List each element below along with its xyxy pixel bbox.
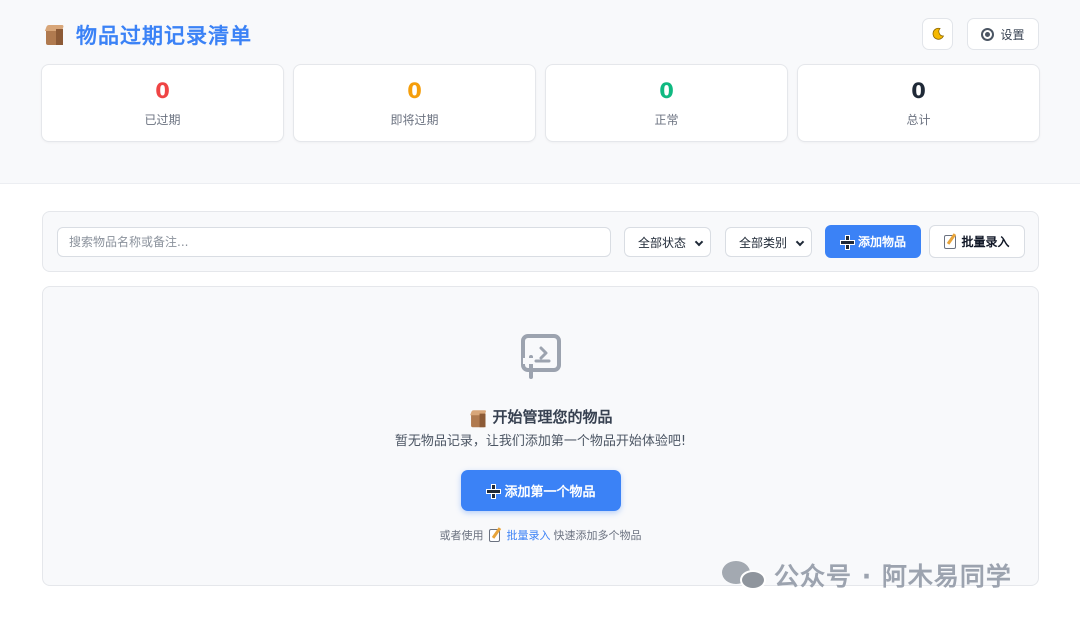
add-first-item-label: 添加第一个物品 bbox=[504, 485, 596, 500]
add-item-label: 添加物品 bbox=[857, 235, 906, 249]
empty-state-title: 开始管理您的物品 bbox=[43, 406, 1038, 427]
chevron-down-icon bbox=[694, 237, 704, 247]
stat-label-expiring: 即将过期 bbox=[390, 113, 439, 127]
stat-value-expiring: 0 bbox=[407, 79, 422, 103]
stat-value-expired: 0 bbox=[155, 79, 170, 103]
page-title: 物品过期记录清单 bbox=[76, 24, 252, 48]
batch-entry-label: 批量录入 bbox=[961, 235, 1010, 249]
empty-state-title-text: 开始管理您的物品 bbox=[492, 408, 613, 426]
category-filter-value: 全部类别 bbox=[739, 235, 788, 250]
stat-label-normal: 正常 bbox=[654, 113, 679, 127]
stat-label-total: 总计 bbox=[906, 113, 931, 127]
watermark-text: 公众号 · 阿木易同学 bbox=[774, 562, 1012, 591]
package-icon bbox=[44, 24, 66, 46]
gear-icon bbox=[981, 27, 995, 41]
memo-icon bbox=[488, 528, 500, 542]
filter-toolbar: 全部状态 全部类别 添加物品 批量录入 bbox=[42, 211, 1039, 272]
wechat-logo-icon bbox=[722, 559, 768, 591]
batch-entry-link[interactable]: 批量录入 bbox=[507, 527, 551, 543]
settings-label: 设置 bbox=[1000, 27, 1025, 42]
batch-entry-hint: 或者使用 批量录入 快速添加多个物品 bbox=[43, 527, 1038, 543]
add-item-button[interactable]: 添加物品 bbox=[825, 225, 921, 258]
empty-box-icon bbox=[521, 334, 561, 379]
empty-state-panel: 开始管理您的物品 暂无物品记录，让我们添加第一个物品开始体验吧! 添加第一个物品… bbox=[42, 286, 1039, 586]
batch-entry-button[interactable]: 批量录入 bbox=[929, 225, 1025, 258]
search-input[interactable] bbox=[57, 227, 611, 257]
watermark: 公众号 · 阿木易同学 bbox=[722, 557, 1012, 593]
chevron-down-icon bbox=[795, 237, 805, 247]
title-row: 物品过期记录清单 bbox=[44, 20, 252, 50]
dashboard-header: 物品过期记录清单 设置 0 已过期 0 即将过期 0 正常 0 总计 bbox=[0, 0, 1080, 184]
stat-card-normal: 0 正常 bbox=[545, 64, 788, 142]
status-filter-value: 全部状态 bbox=[638, 235, 687, 250]
stat-value-normal: 0 bbox=[659, 79, 674, 103]
stat-label-expired: 已过期 bbox=[144, 113, 181, 127]
status-filter-select[interactable]: 全部状态 bbox=[624, 227, 711, 257]
stat-card-expired: 0 已过期 bbox=[41, 64, 284, 142]
empty-state-description: 暂无物品记录，让我们添加第一个物品开始体验吧! bbox=[394, 434, 687, 449]
hint-prefix: 或者使用 bbox=[439, 529, 484, 542]
memo-icon bbox=[944, 234, 957, 249]
category-filter-select[interactable]: 全部类别 bbox=[725, 227, 812, 257]
moon-icon bbox=[932, 27, 944, 40]
add-first-item-button[interactable]: 添加第一个物品 bbox=[461, 470, 621, 511]
plus-icon bbox=[839, 235, 855, 250]
package-icon bbox=[470, 409, 487, 427]
plus-icon bbox=[486, 484, 502, 499]
stat-card-expiring: 0 即将过期 bbox=[293, 64, 536, 142]
hint-suffix: 快速添加多个物品 bbox=[553, 529, 642, 542]
settings-button[interactable]: 设置 bbox=[967, 18, 1039, 50]
stat-value-total: 0 bbox=[911, 79, 926, 103]
theme-toggle-button[interactable] bbox=[922, 18, 953, 50]
stat-card-total: 0 总计 bbox=[797, 64, 1040, 142]
